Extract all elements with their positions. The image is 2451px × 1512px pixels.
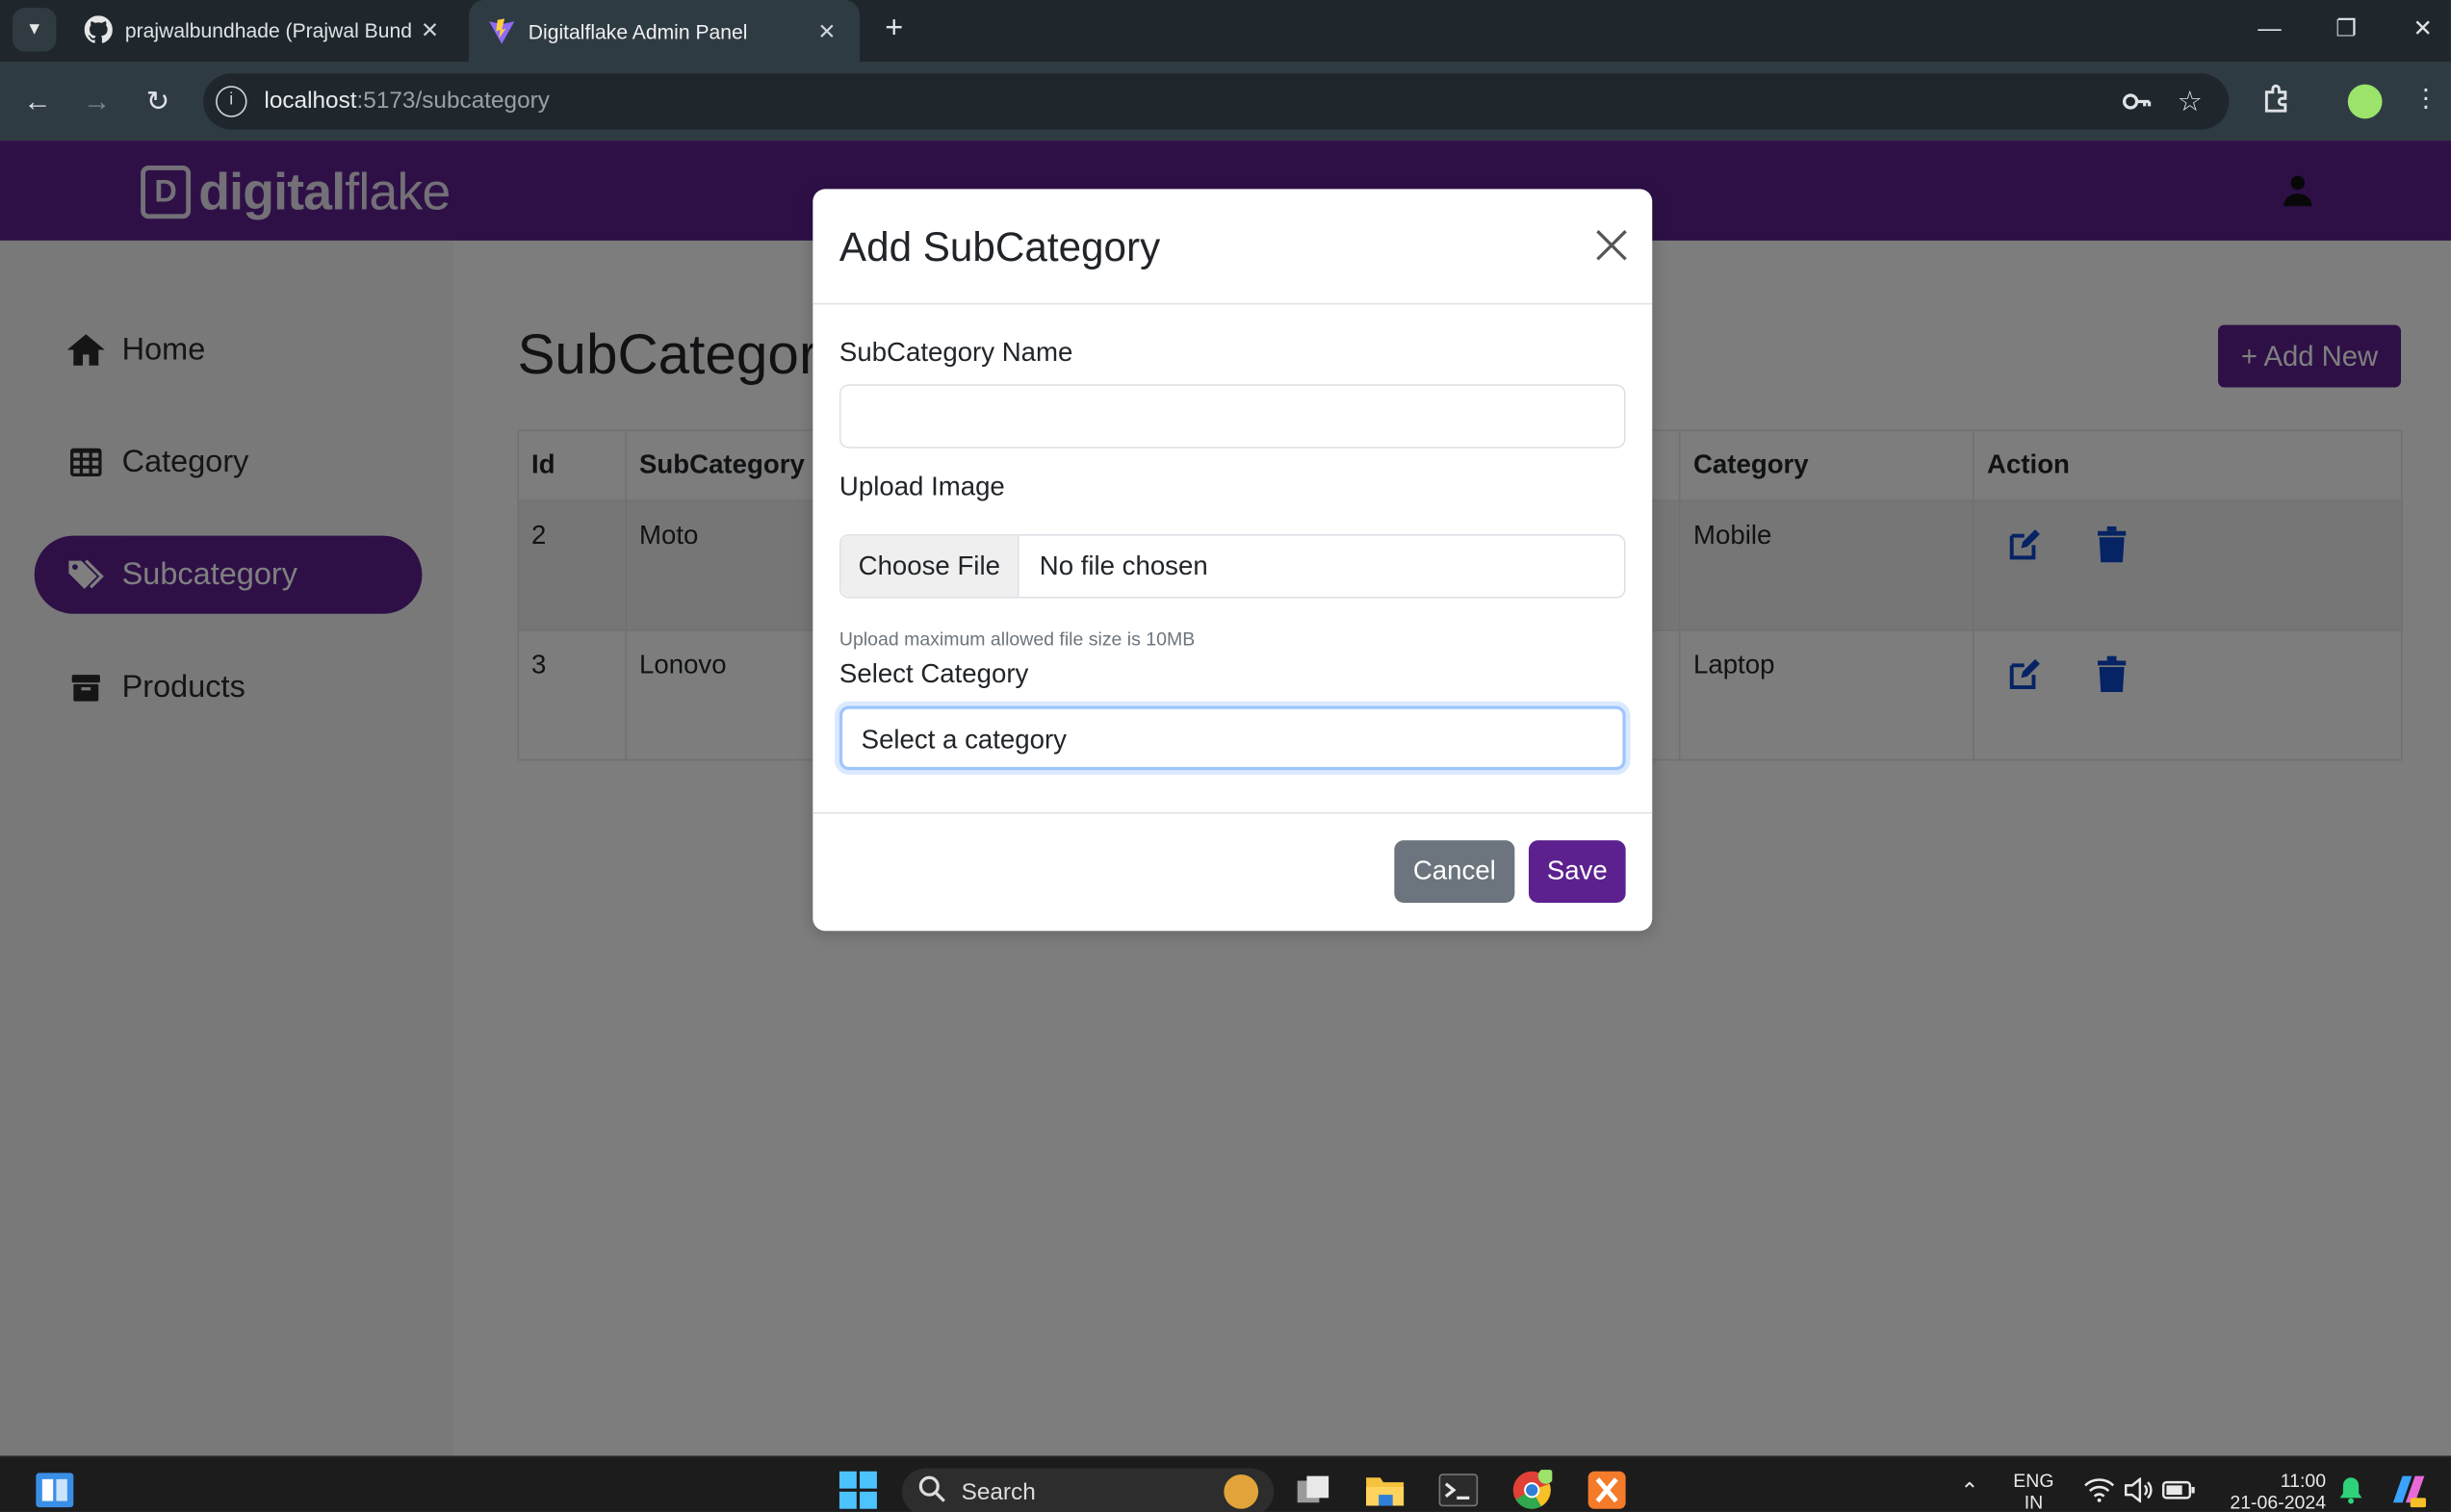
category-select-value: Select a category — [861, 725, 1067, 755]
subcategory-name-input[interactable] — [838, 384, 1626, 448]
tab-close-icon[interactable]: ✕ — [813, 18, 840, 45]
modal-footer: Cancel Save — [813, 811, 1653, 931]
task-view-icon[interactable] — [1291, 1470, 1334, 1510]
modal-title: Add SubCategory — [838, 223, 1161, 270]
modal-header: Add SubCategory — [813, 189, 1653, 305]
tray-overflow-icon[interactable]: ⌃ — [1948, 1470, 1991, 1510]
restore-icon[interactable]: ❐ — [2309, 0, 2384, 56]
upload-image-label: Upload Image — [838, 472, 1005, 501]
clock[interactable]: 11:00 21-06-2024 — [2207, 1470, 2326, 1512]
forward-icon[interactable]: → — [77, 81, 117, 121]
os-taskbar: Search ⌃ ENG IN 11:00 21-06-2024 — [0, 1455, 2451, 1512]
wifi-icon[interactable] — [2077, 1470, 2121, 1510]
reload-icon[interactable]: ↻ — [138, 81, 178, 121]
tab-title: Digitalflake Admin Panel — [528, 19, 748, 43]
widgets-icon[interactable] — [33, 1470, 76, 1510]
file-status-text: No file chosen — [1039, 551, 1208, 581]
add-subcategory-modal: Add SubCategory SubCategory Name Upload … — [813, 189, 1653, 932]
password-key-icon[interactable] — [2121, 86, 2152, 116]
taskbar-search[interactable]: Search — [901, 1468, 1275, 1512]
close-icon[interactable] — [1594, 228, 1629, 263]
search-highlight-icon — [1224, 1474, 1259, 1509]
terminal-icon[interactable] — [1436, 1470, 1480, 1510]
bookmark-star-icon[interactable]: ☆ — [2175, 86, 2206, 116]
file-upload-input[interactable]: Choose File No file chosen — [838, 534, 1626, 599]
tab-close-icon[interactable]: ✕ — [416, 16, 444, 43]
file-explorer-icon[interactable] — [1363, 1470, 1406, 1510]
notification-bell-icon[interactable] — [2329, 1470, 2372, 1510]
search-label: Search — [961, 1478, 1036, 1505]
language-indicator[interactable]: ENG IN — [2007, 1470, 2060, 1512]
battery-icon[interactable] — [2157, 1470, 2201, 1510]
subcategory-name-label: SubCategory Name — [838, 337, 1073, 368]
url-text: localhost:5173/subcategory — [264, 87, 550, 115]
back-icon[interactable]: ← — [17, 81, 58, 121]
tab-admin-panel[interactable]: Digitalflake Admin Panel ✕ — [469, 0, 861, 63]
browser-toolbar: ← → ↻ i localhost:5173/subcategory ☆ ⋮ — [0, 62, 2451, 141]
file-size-hint: Upload maximum allowed file size is 10MB — [838, 628, 1196, 651]
copilot-icon[interactable] — [2386, 1470, 2430, 1510]
browser-tab-bar: ▼ prajwalbundhade (Prajwal Bund ✕ Digita… — [0, 0, 2451, 63]
window-close-icon[interactable]: ✕ — [2386, 0, 2451, 56]
address-bar[interactable]: i localhost:5173/subcategory ☆ — [203, 73, 2230, 130]
extensions-icon[interactable] — [2258, 83, 2295, 122]
start-icon[interactable] — [837, 1470, 880, 1510]
tab-title: prajwalbundhade (Prajwal Bund — [124, 17, 412, 42]
cancel-button[interactable]: Cancel — [1394, 840, 1515, 904]
volume-icon[interactable] — [2116, 1470, 2159, 1510]
save-button[interactable]: Save — [1528, 840, 1626, 904]
site-info-icon[interactable]: i — [216, 86, 247, 117]
profile-avatar[interactable] — [2347, 84, 2383, 119]
chrome-icon[interactable] — [1509, 1470, 1553, 1510]
github-icon — [84, 15, 113, 43]
tab-search-button[interactable]: ▼ — [12, 8, 57, 52]
browser-menu-icon[interactable]: ⋮ — [2407, 83, 2444, 114]
minimize-icon[interactable]: — — [2232, 0, 2308, 56]
search-icon — [917, 1474, 945, 1509]
tab-github[interactable]: prajwalbundhade (Prajwal Bund ✕ — [65, 0, 462, 60]
category-select[interactable]: Select a category — [838, 705, 1626, 771]
select-category-label: Select Category — [838, 658, 1029, 689]
new-tab-button[interactable]: + — [875, 10, 913, 47]
vite-icon — [488, 17, 516, 45]
xampp-icon[interactable] — [1585, 1470, 1628, 1510]
choose-file-button[interactable]: Choose File — [840, 535, 1019, 597]
